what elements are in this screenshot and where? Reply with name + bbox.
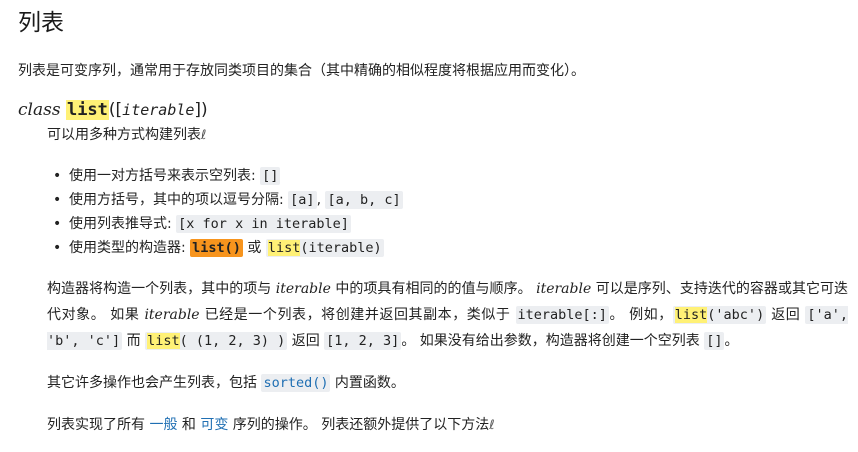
signature-keyword: class xyxy=(18,100,61,120)
list-item: 使用方括号，其中的项以逗号分隔: [a], [a, b, c] xyxy=(53,188,848,212)
code-inline: [] xyxy=(704,332,725,350)
emphasis: iterable xyxy=(536,281,592,297)
list-item: 使用列表推导式: [x for x in iterable] xyxy=(53,212,848,236)
other-operations-paragraph: 其它许多操作也会产生列表，包括 sorted() 内置函数。 xyxy=(47,370,848,396)
search-highlight: list xyxy=(267,240,301,256)
text: 返回 xyxy=(287,333,325,349)
text: 列表实现了所有 xyxy=(47,417,150,433)
code-inline: list(iterable) xyxy=(265,239,384,257)
page-title: 列表 xyxy=(18,10,64,36)
class-signature: class list([iterable]) xyxy=(18,97,848,123)
text: 内置函数。 xyxy=(330,375,405,391)
code-inline: [1, 2, 3] xyxy=(324,332,402,350)
text: 。 xyxy=(724,333,739,349)
signature-close: ]) xyxy=(194,100,208,120)
text: 已经是一个列表，将创建并返回其副本，类似于 xyxy=(199,307,516,323)
search-highlight: list xyxy=(147,333,180,349)
text: 返回 xyxy=(766,307,806,323)
code-inline: [] xyxy=(260,167,281,185)
bullet-text: 使用列表推导式: xyxy=(69,216,177,232)
list-item: 使用类型的构造器: list() 或 list(iterable) xyxy=(53,236,848,260)
doc-content: 列表 列表是可变序列，通常用于存放同类项目的集合（其中精确的相似程度将根据应用而… xyxy=(18,8,849,439)
text: 序列的操作。 列表还额外提供了以下方法 xyxy=(228,417,490,433)
text: 。 如果没有给出参数，构造器将创建一个空列表 xyxy=(401,333,705,349)
permalink-icon[interactable]: ℓ xyxy=(489,418,494,433)
mutable-ops-link[interactable]: 可变 xyxy=(200,417,228,433)
code-inline: [a] xyxy=(288,191,317,209)
code-rest: (iterable) xyxy=(300,240,382,256)
code-inline: list('abc') xyxy=(672,306,767,324)
code-rest: ( (1, 2, 3) ) xyxy=(179,333,286,349)
signature-name[interactable]: list xyxy=(65,100,109,120)
signature-open: ([ xyxy=(108,100,123,120)
construction-list: 使用一对方括号来表示空列表: [] 使用方括号，其中的项以逗号分隔: [a], … xyxy=(47,164,848,260)
constructor-paragraph: 构造器将构造一个列表，其中的项与 iterable 中的项具有相同的的值与顺序。… xyxy=(47,276,849,354)
code-inline: iterable[:] xyxy=(515,306,609,324)
sorted-link[interactable]: sorted() xyxy=(261,374,331,392)
description-text: 可以用多种方式构建列表 xyxy=(47,127,201,143)
text: 和 xyxy=(177,417,201,433)
search-highlight: list xyxy=(674,307,708,323)
intro-paragraph: 列表是可变序列，通常用于存放同类项目的集合（其中精确的相似程度将根据应用而变化）… xyxy=(18,63,585,79)
bullet-text: 使用类型的构造器: xyxy=(69,240,191,256)
code-rest: ('abc') xyxy=(707,307,765,323)
bullet-text: 使用方括号，其中的项以逗号分隔: xyxy=(69,192,289,208)
connector-text: 或 xyxy=(242,240,266,256)
code-inline-highlight: list() xyxy=(190,239,243,257)
code-inline: [a, b, c] xyxy=(325,191,403,209)
sorted-code[interactable]: sorted() xyxy=(261,374,331,392)
text: 其它许多操作也会产生列表，包括 xyxy=(47,375,262,391)
permalink-icon[interactable]: ℓ xyxy=(201,128,206,143)
list-item: 使用一对方括号来表示空列表: [] xyxy=(53,164,848,188)
code-inline: list( (1, 2, 3) ) xyxy=(145,332,288,350)
common-ops-link[interactable]: 一般 xyxy=(149,417,177,433)
code-inline: [x for x in iterable] xyxy=(176,215,351,233)
operations-paragraph: 列表实现了所有 一般 和 可变 序列的操作。 列表还额外提供了以下方法ℓ xyxy=(47,412,848,439)
signature-description: 可以用多种方式构建列表ℓ xyxy=(47,123,848,148)
bullet-text: 使用一对方括号来表示空列表: xyxy=(69,168,261,184)
signature-param: iterable xyxy=(122,101,195,119)
emphasis: iterable xyxy=(144,307,200,323)
emphasis: iterable xyxy=(275,281,331,297)
text: 而 xyxy=(122,333,146,349)
text: 中的项具有相同的的值与顺序。 xyxy=(330,281,537,297)
signature-body: 可以用多种方式构建列表ℓ 使用一对方括号来表示空列表: [] 使用方括号，其中的… xyxy=(47,123,849,439)
text: 。 例如， xyxy=(608,307,673,323)
text: 构造器将构造一个列表，其中的项与 xyxy=(47,281,276,297)
